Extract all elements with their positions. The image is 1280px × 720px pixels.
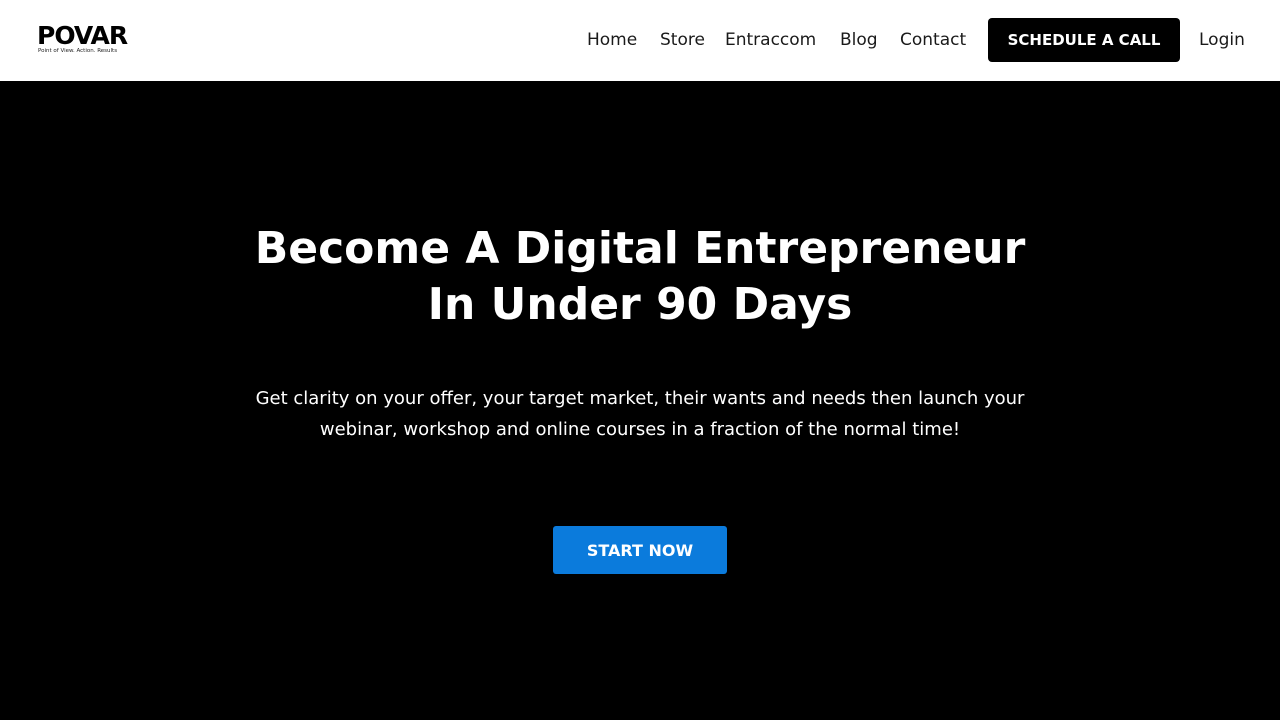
hero-title-line-1: Become A Digital Entrepreneur [254, 223, 1026, 274]
nav-link-entraccom[interactable]: Entraccom [725, 28, 816, 52]
hero-title-line-2: In Under 90 Days [427, 279, 853, 330]
site-header: POVAR Point of View. Action. Results Hom… [0, 0, 1280, 81]
nav-link-home[interactable]: Home [587, 28, 637, 52]
hero-section: Become A Digital Entrepreneur In Under 9… [0, 81, 1280, 720]
nav-link-blog[interactable]: Blog [840, 28, 878, 52]
login-link[interactable]: Login [1199, 28, 1245, 52]
nav-link-store[interactable]: Store [660, 28, 705, 52]
nav-link-contact[interactable]: Contact [900, 28, 966, 52]
start-now-button[interactable]: START NOW [553, 526, 727, 574]
hero-title: Become A Digital Entrepreneur In Under 9… [140, 221, 1140, 333]
hero-subtitle: Get clarity on your offer, your target m… [255, 388, 1025, 440]
schedule-call-button[interactable]: SCHEDULE A CALL [988, 18, 1180, 62]
logo-tagline: Point of View. Action. Results [38, 48, 118, 54]
povar-logo[interactable]: POVAR Point of View. Action. Results [37, 21, 128, 58]
logo-wordmark: POVAR [37, 21, 128, 50]
